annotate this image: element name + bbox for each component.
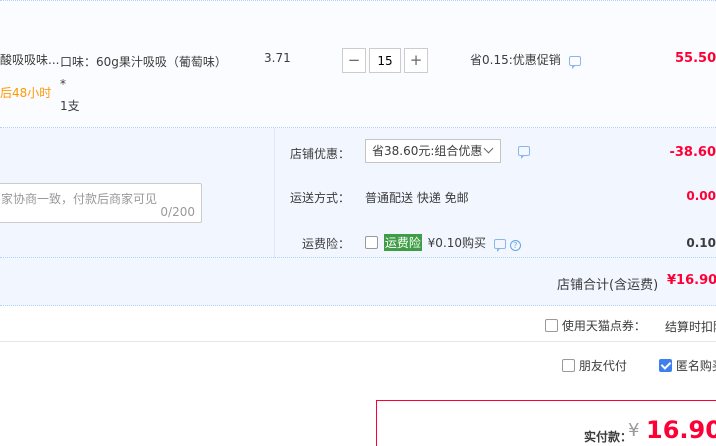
message-char-count: 0/200 — [160, 205, 195, 219]
points-checkbox[interactable] — [545, 319, 558, 332]
use-points-option[interactable]: 使用天猫点券： — [545, 317, 646, 334]
delivery-promise: 后48小时 — [0, 86, 52, 100]
chat-icon[interactable] — [493, 239, 506, 252]
store-total-amount: ¥16.90 — [667, 273, 716, 288]
coupon-selected-value: 省38.60元:组合优惠 — [372, 144, 483, 158]
shipping-amount: 0.00 — [686, 189, 716, 203]
payment-summary: 实付款： ¥ 16.90 — [376, 400, 716, 446]
order-item-row: 酸吸吸味... 后48小时 口味：60g果汁吸吸（葡萄味）* 1支 3.71 −… — [0, 0, 716, 128]
quantity-input[interactable] — [369, 48, 401, 73]
chat-icon[interactable] — [518, 146, 530, 159]
friend-pay-option[interactable]: 朋友代付 — [562, 357, 627, 374]
insurance-price: ¥0.10购买 — [427, 236, 487, 250]
increase-quantity-button[interactable]: + — [404, 48, 428, 73]
coupon-label: 店铺优惠： — [289, 147, 350, 161]
store-total-row: 店铺合计(含运费) ¥16.90 — [0, 258, 716, 306]
item-title[interactable]: 酸吸吸味... — [0, 51, 59, 68]
checkout-page: 酸吸吸味... 后48小时 口味：60g果汁吸吸（葡萄味）* 1支 3.71 −… — [0, 0, 716, 446]
points-label: 使用天猫点券： — [561, 319, 646, 333]
friend-pay-checkbox[interactable] — [562, 359, 575, 372]
unit-price: 3.71 — [264, 51, 291, 65]
shipping-method: 普通配送 快递 免邮 — [365, 191, 469, 205]
currency-symbol: ¥ — [628, 420, 640, 441]
anonymous-purchase-option[interactable]: 匿名购买 — [659, 357, 716, 374]
item-subtotal: 55.50 — [675, 51, 716, 66]
shipping-insurance-option: 运费险 ¥0.10购买 ? — [365, 234, 521, 252]
chevron-down-icon — [483, 143, 494, 154]
actual-payment-label: 实付款： — [584, 430, 633, 444]
insurance-tag: 运费险 — [383, 234, 422, 251]
anonymous-label: 匿名购买 — [675, 359, 716, 373]
store-coupon-select[interactable]: 省38.60元:组合优惠 — [365, 139, 501, 163]
payment-options-row: 朋友代付 匿名购买 — [0, 342, 716, 388]
chat-icon[interactable] — [568, 56, 581, 69]
item-discount: 省0.15:优惠促销 — [470, 51, 581, 69]
sku-line-1: 口味：60g果汁吸吸（葡萄味）* — [60, 55, 227, 91]
message-placeholder: 家协商一致，付款后商家可见 — [1, 192, 158, 206]
item-sku: 口味：60g果汁吸吸（葡萄味）* 1支 — [60, 51, 230, 117]
help-icon[interactable]: ? — [509, 240, 521, 251]
shipping-label: 运送方式： — [289, 191, 350, 205]
coupon-amount: -38.60 — [669, 145, 716, 160]
decrease-quantity-button[interactable]: − — [342, 48, 366, 73]
store-section: 家协商一致，付款后商家可见 0/200 店铺优惠： 省38.60元:组合优惠 -… — [0, 128, 716, 258]
store-total-label: 店铺合计(含运费) — [557, 278, 659, 293]
discount-text: 省0.15:优惠促销 — [470, 53, 561, 67]
insurance-label: 运费险： — [301, 237, 350, 251]
actual-payment-amount: 16.90 — [646, 416, 716, 444]
points-note: 结算时扣除 — [665, 320, 716, 334]
buyer-message-field[interactable]: 家协商一致，付款后商家可见 0/200 — [0, 183, 202, 223]
anonymous-checkbox[interactable] — [659, 359, 672, 372]
insurance-amount: 0.10 — [686, 236, 716, 250]
insurance-checkbox[interactable] — [365, 236, 378, 249]
points-row: 使用天猫点券： 结算时扣除 — [0, 306, 716, 342]
friend-pay-label: 朋友代付 — [578, 359, 627, 373]
quantity-stepper: − + — [342, 48, 428, 75]
sku-line-2: 1支 — [60, 99, 80, 113]
